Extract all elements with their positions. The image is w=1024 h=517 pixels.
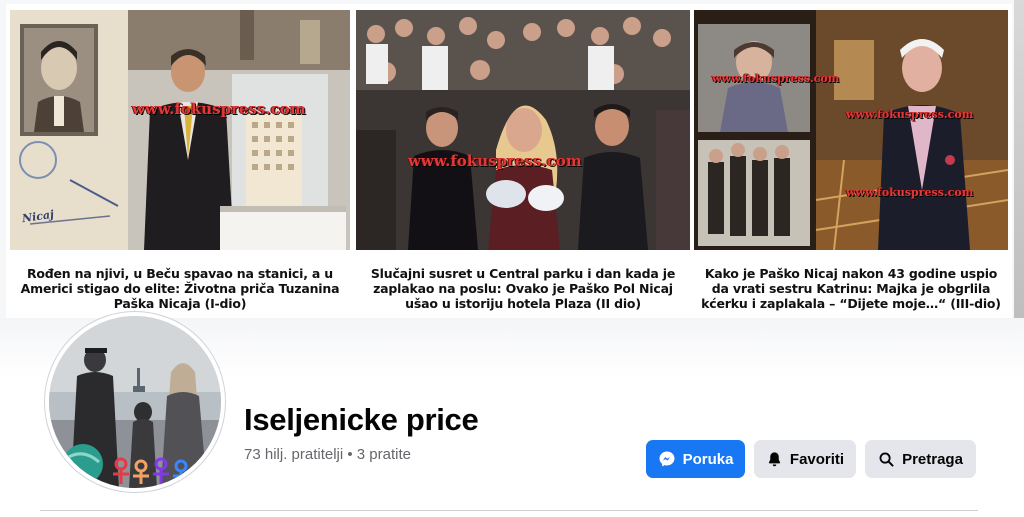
cover-panel-1-caption: Rođen na njivi, u Beču spavao na stanici… [20, 266, 340, 311]
cover-panel-1-image: www.fokuspress.com Nicaj [10, 10, 350, 250]
search-button-label: Pretraga [902, 450, 963, 468]
watermark: www.fokuspress.com [408, 152, 582, 170]
cover-photo[interactable]: www.fokuspress.com Nicaj Rođen na njivi,… [0, 0, 1024, 330]
watermark: www.fokuspress.com [132, 100, 306, 118]
cover-edge [1014, 0, 1024, 330]
bell-icon [766, 451, 783, 468]
favorites-button[interactable]: Favoriti [754, 440, 856, 478]
message-button[interactable]: Poruka [646, 440, 745, 478]
message-button-label: Poruka [682, 450, 734, 468]
cover-collage: www.fokuspress.com Nicaj Rođen na njivi,… [6, 4, 1012, 320]
follower-stats[interactable]: 73 hilj. pratitelji • 3 pratite [244, 446, 411, 463]
watermark: www.fokuspress.com [712, 72, 840, 85]
watermark: www.fokuspress.com [846, 108, 974, 121]
cover-panel-2-image: www.fokuspress.com [356, 10, 690, 250]
cover-panel-3-image: www.fokuspress.com www.fokuspress.com ww… [694, 10, 1008, 250]
profile-avatar[interactable] [45, 312, 225, 492]
cover-panel-3: www.fokuspress.com www.fokuspress.com ww… [694, 10, 1008, 320]
cover-panel-2: www.fokuspress.com Slučajni susret u Cen… [356, 10, 690, 320]
cover-panel-2-caption: Slučajni susret u Central parku i dan ka… [370, 266, 676, 311]
search-icon [878, 451, 895, 468]
search-button[interactable]: Pretraga [865, 440, 976, 478]
cover-panel-3-caption: Kako je Paško Nicaj nakon 43 godine uspi… [701, 266, 1001, 311]
page-title: Iseljenicke price [244, 402, 479, 437]
cover-panel-1: www.fokuspress.com Nicaj Rođen na njivi,… [10, 10, 350, 320]
messenger-icon [658, 450, 676, 468]
watermark: www.fokuspress.com [846, 186, 974, 199]
section-divider [40, 510, 978, 511]
favorites-button-label: Favoriti [789, 450, 845, 468]
